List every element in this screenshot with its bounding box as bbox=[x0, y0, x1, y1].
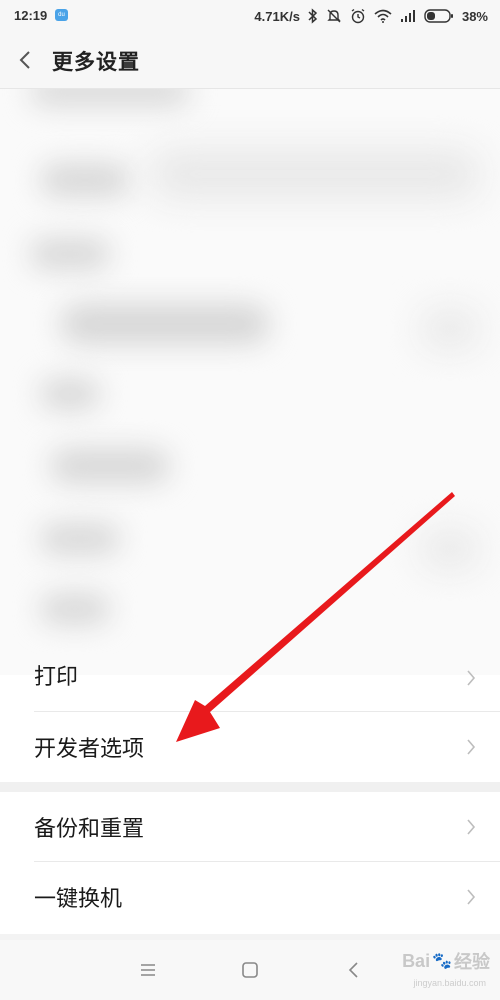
home-icon bbox=[242, 962, 258, 978]
list-item-label: 一键换机 bbox=[34, 887, 123, 912]
chevron-right-icon bbox=[467, 739, 476, 755]
chevron-right-icon bbox=[467, 670, 476, 686]
back-button[interactable] bbox=[12, 46, 40, 74]
chevron-right-icon bbox=[467, 889, 476, 905]
wifi-icon bbox=[374, 9, 392, 23]
app-notification-icon: du bbox=[55, 9, 68, 21]
paw-icon: 🐾 bbox=[432, 953, 452, 970]
settings-list: 打印 开发者选项 备份和重置 一键换机 bbox=[0, 89, 500, 934]
battery-percent: 38% bbox=[461, 8, 488, 24]
signal-icon bbox=[400, 9, 416, 23]
back-icon bbox=[348, 962, 358, 978]
menu-icon bbox=[141, 964, 155, 976]
list-item-backup-reset[interactable]: 备份和重置 bbox=[0, 792, 500, 862]
nav-back-button[interactable] bbox=[342, 958, 366, 982]
alarm-icon bbox=[350, 8, 366, 24]
chevron-left-icon bbox=[19, 51, 30, 69]
status-time: 12:19 bbox=[14, 8, 48, 23]
bluetooth-icon bbox=[308, 8, 318, 24]
status-indicators: 4.71K/s 38% bbox=[254, 6, 488, 26]
list-item-label: 备份和重置 bbox=[34, 817, 145, 842]
group-separator bbox=[0, 782, 500, 792]
list-item-developer-options[interactable]: 开发者选项 bbox=[0, 712, 500, 782]
watermark-site: jingyan.baidu.com bbox=[413, 978, 486, 988]
menu-button[interactable] bbox=[136, 958, 160, 982]
home-button[interactable] bbox=[238, 958, 262, 982]
header-bar: 更多设置 bbox=[0, 32, 500, 89]
list-item-phone-migration[interactable]: 一键换机 bbox=[0, 862, 500, 932]
page-title: 更多设置 bbox=[52, 50, 140, 74]
list-item-print[interactable]: 打印 bbox=[0, 665, 500, 712]
battery-icon bbox=[424, 9, 454, 23]
status-bar: 12:19 du 4.71K/s 38% bbox=[0, 0, 500, 32]
watermark-logo: Bai 🐾 经验 bbox=[402, 950, 490, 973]
list-item-label: 开发者选项 bbox=[34, 737, 145, 762]
network-speed: 4.71K/s bbox=[254, 8, 300, 24]
blurred-settings-region bbox=[0, 89, 500, 679]
list-item-label: 打印 bbox=[34, 665, 79, 690]
chevron-right-icon bbox=[467, 819, 476, 835]
mute-icon bbox=[326, 8, 342, 24]
